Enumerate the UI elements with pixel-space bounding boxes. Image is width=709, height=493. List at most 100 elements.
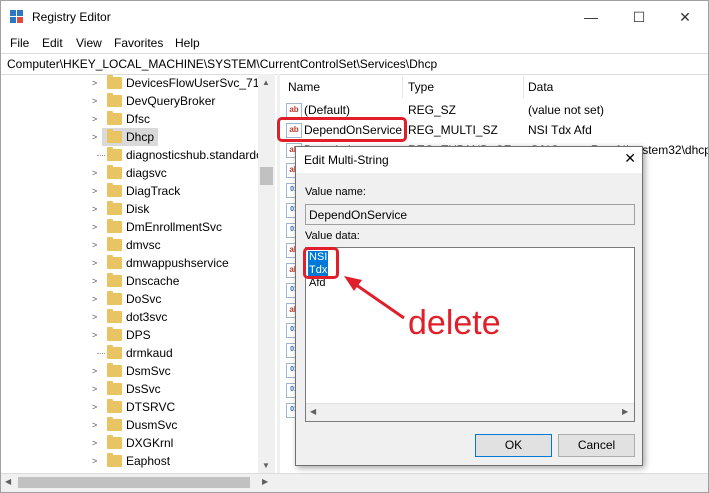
chevron-right-icon[interactable]: > bbox=[92, 456, 97, 466]
scroll-left-arrow-icon[interactable]: ◀ bbox=[5, 477, 11, 486]
tree-item[interactable]: > Disk bbox=[1, 200, 259, 218]
tree-item[interactable]: > DusmSvc bbox=[1, 416, 259, 434]
chevron-right-icon[interactable]: > bbox=[92, 240, 97, 250]
tree-hscroll-thumb[interactable] bbox=[18, 477, 250, 488]
chevron-right-icon[interactable]: > bbox=[92, 402, 97, 412]
window-title: Registry Editor bbox=[32, 10, 111, 24]
tree-item[interactable]: > DsmSvc bbox=[1, 362, 259, 380]
string-value-icon: ab bbox=[286, 103, 302, 118]
ok-button[interactable]: OK bbox=[475, 434, 552, 457]
tree-item[interactable]: > diagsvc bbox=[1, 164, 259, 182]
tree-scroll-thumb[interactable] bbox=[260, 167, 273, 185]
tree-item[interactable]: > DPS bbox=[1, 326, 259, 344]
tree-item-label: DsmSvc bbox=[126, 364, 171, 378]
folder-icon bbox=[107, 291, 122, 305]
menu-file[interactable]: File bbox=[10, 36, 29, 50]
tree-item-label: diagsvc bbox=[126, 166, 167, 180]
tree-item[interactable]: drmkaud bbox=[1, 344, 259, 362]
chevron-right-icon[interactable]: > bbox=[92, 96, 97, 106]
chevron-right-icon[interactable]: > bbox=[92, 222, 97, 232]
tree-item-label: Disk bbox=[126, 202, 150, 216]
folder-icon bbox=[107, 453, 122, 467]
folder-icon bbox=[107, 165, 122, 179]
close-button[interactable]: ✕ bbox=[663, 5, 707, 29]
tree-horizontal-scrollbar[interactable]: ◀ ▶ bbox=[1, 474, 275, 491]
folder-icon bbox=[107, 363, 122, 377]
chevron-right-icon[interactable]: > bbox=[92, 366, 97, 376]
chevron-right-icon[interactable]: > bbox=[92, 132, 97, 142]
tree-connector bbox=[97, 155, 105, 156]
tree-item-label: dmwappushservice bbox=[126, 256, 229, 270]
column-separator[interactable] bbox=[523, 76, 524, 98]
folder-icon bbox=[107, 237, 122, 251]
folder-icon bbox=[107, 399, 122, 413]
menu-view[interactable]: View bbox=[76, 36, 102, 50]
value-name-field: DependOnService bbox=[305, 204, 635, 225]
tree-item[interactable]: > DoSvc bbox=[1, 290, 259, 308]
value-name-text: DependOnService bbox=[309, 208, 408, 222]
dialog-close-icon[interactable]: ✕ bbox=[624, 150, 636, 167]
chevron-right-icon[interactable]: > bbox=[92, 114, 97, 124]
value-name: (Default) bbox=[304, 103, 351, 117]
chevron-right-icon[interactable]: > bbox=[92, 438, 97, 448]
tree-item[interactable]: > DTSRVC bbox=[1, 398, 259, 416]
chevron-right-icon[interactable]: > bbox=[92, 294, 97, 304]
dialog-title: Edit Multi-String bbox=[304, 153, 389, 167]
folder-icon bbox=[107, 381, 122, 395]
chevron-right-icon[interactable]: > bbox=[92, 204, 97, 214]
folder-icon bbox=[107, 435, 122, 449]
address-bar[interactable]: Computer\HKEY_LOCAL_MACHINE\SYSTEM\Curre… bbox=[1, 53, 708, 75]
chevron-right-icon[interactable]: > bbox=[92, 168, 97, 178]
title-bar: Registry Editor — ☐ ✕ bbox=[1, 1, 708, 33]
tree-connector bbox=[97, 353, 105, 354]
column-header-data[interactable]: Data bbox=[528, 74, 553, 100]
tree-item[interactable]: > DmEnrollmentSvc bbox=[1, 218, 259, 236]
folder-icon bbox=[107, 255, 122, 269]
scroll-right-arrow-icon[interactable]: ▶ bbox=[262, 477, 268, 486]
tree-item[interactable]: > dmvsc bbox=[1, 236, 259, 254]
scroll-left-arrow-icon[interactable]: ◀ bbox=[310, 407, 316, 416]
chevron-right-icon[interactable]: > bbox=[92, 78, 97, 88]
scroll-up-arrow-icon[interactable]: ▲ bbox=[262, 78, 270, 87]
menu-favorites[interactable]: Favorites bbox=[114, 36, 163, 50]
registry-tree: > DevicesFlowUserSvc_717(> DevQueryBroker >… bbox=[1, 74, 274, 473]
tree-item[interactable]: > dmwappushservice bbox=[1, 254, 259, 272]
scroll-right-arrow-icon[interactable]: ▶ bbox=[622, 407, 628, 416]
folder-icon bbox=[107, 273, 122, 287]
chevron-right-icon[interactable]: > bbox=[92, 384, 97, 394]
column-separator[interactable] bbox=[402, 76, 403, 98]
chevron-right-icon[interactable]: > bbox=[92, 276, 97, 286]
delete-annotation-label: delete bbox=[408, 304, 501, 342]
chevron-right-icon[interactable]: > bbox=[92, 330, 97, 340]
tree-item-label: DevicesFlowUserSvc_717( bbox=[126, 76, 271, 90]
column-header-name[interactable]: Name bbox=[288, 74, 320, 100]
tree-item-label: DevQueryBroker bbox=[126, 94, 216, 108]
maximize-button[interactable]: ☐ bbox=[617, 5, 661, 29]
tree-item[interactable]: > DiagTrack bbox=[1, 182, 259, 200]
minimize-button[interactable]: — bbox=[569, 5, 613, 29]
value-data-horizontal-scrollbar[interactable]: ◀ ▶ bbox=[306, 403, 634, 421]
tree-item[interactable]: diagnosticshub.standardc bbox=[1, 146, 262, 164]
menu-help[interactable]: Help bbox=[175, 36, 200, 50]
folder-icon bbox=[107, 345, 122, 359]
tree-item[interactable]: > Dnscache bbox=[1, 272, 259, 290]
chevron-right-icon[interactable]: > bbox=[92, 186, 97, 196]
tree-item[interactable]: > DevicesFlowUserSvc_717( bbox=[1, 74, 270, 92]
chevron-right-icon[interactable]: > bbox=[92, 312, 97, 322]
chevron-right-icon[interactable]: > bbox=[92, 420, 97, 430]
scroll-down-arrow-icon[interactable]: ▼ bbox=[262, 461, 270, 470]
tree-item[interactable]: > Dhcp bbox=[92, 128, 158, 146]
tree-item[interactable]: > Eaphost bbox=[1, 452, 259, 470]
tree-vertical-scrollbar[interactable]: ▲ ▼ bbox=[258, 74, 275, 473]
tree-item[interactable]: > DsSvc bbox=[1, 380, 259, 398]
cancel-button[interactable]: Cancel bbox=[558, 434, 635, 457]
tree-item-label: DmEnrollmentSvc bbox=[126, 220, 223, 234]
tree-item[interactable]: > Dfsc bbox=[1, 110, 259, 128]
menu-edit[interactable]: Edit bbox=[42, 36, 63, 50]
tree-item[interactable]: > DevQueryBroker bbox=[1, 92, 259, 110]
folder-icon bbox=[107, 201, 122, 215]
chevron-right-icon[interactable]: > bbox=[92, 258, 97, 268]
column-header-type[interactable]: Type bbox=[408, 74, 434, 100]
tree-item[interactable]: > DXGKrnl bbox=[1, 434, 259, 452]
tree-item[interactable]: > dot3svc bbox=[1, 308, 259, 326]
